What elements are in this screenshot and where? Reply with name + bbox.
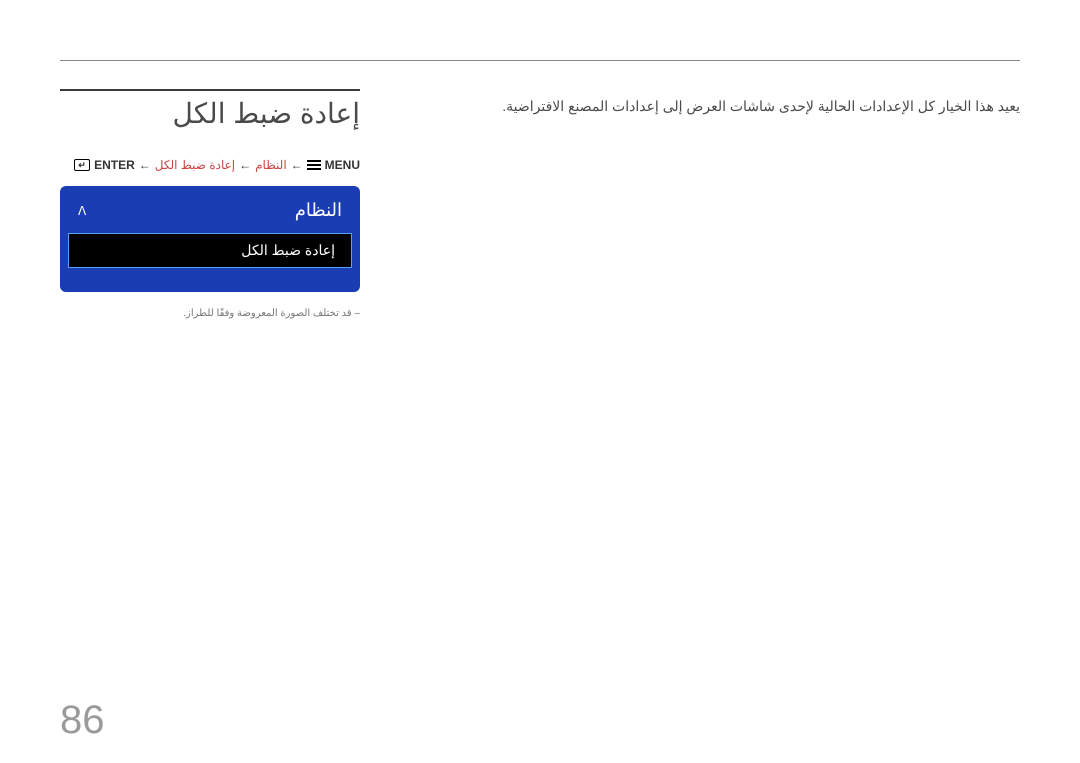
footnote: – قد تختلف الصورة المعروضة وفقًا للطراز. <box>60 308 360 319</box>
enter-icon: ↵ <box>74 159 90 171</box>
breadcrumb-enter: ENTER <box>94 158 135 172</box>
ui-panel: النظام ᐱ إعادة ضبط الكل <box>60 186 360 292</box>
breadcrumb: ↵ ENTER ← إعادة ضبط الكل ← النظام ← MENU <box>60 158 360 172</box>
ui-panel-title: النظام <box>295 200 342 221</box>
section-title: إعادة ضبط الكل <box>60 89 360 130</box>
page-number: 86 <box>60 698 105 743</box>
top-divider <box>60 60 1020 61</box>
breadcrumb-menu: MENU <box>325 158 360 172</box>
right-column: إعادة ضبط الكل ↵ ENTER ← إعادة ضبط الكل … <box>60 89 360 319</box>
arrow-icon: ← <box>139 158 151 172</box>
arrow-icon: ← <box>291 158 303 172</box>
content-row: إعادة ضبط الكل ↵ ENTER ← إعادة ضبط الكل … <box>60 89 1020 319</box>
breadcrumb-reset: إعادة ضبط الكل <box>155 158 235 172</box>
section-description: يعيد هذا الخيار كل الإعدادات الحالية لإح… <box>410 95 1020 117</box>
menu-icon <box>307 160 321 170</box>
arrow-icon: ← <box>239 158 251 172</box>
ui-panel-header: النظام ᐱ <box>60 186 360 233</box>
breadcrumb-system: النظام <box>255 158 287 172</box>
chevron-up-icon[interactable]: ᐱ <box>78 204 86 218</box>
menu-item-reset-all[interactable]: إعادة ضبط الكل <box>68 233 352 268</box>
left-column: يعيد هذا الخيار كل الإعدادات الحالية لإح… <box>410 89 1020 117</box>
